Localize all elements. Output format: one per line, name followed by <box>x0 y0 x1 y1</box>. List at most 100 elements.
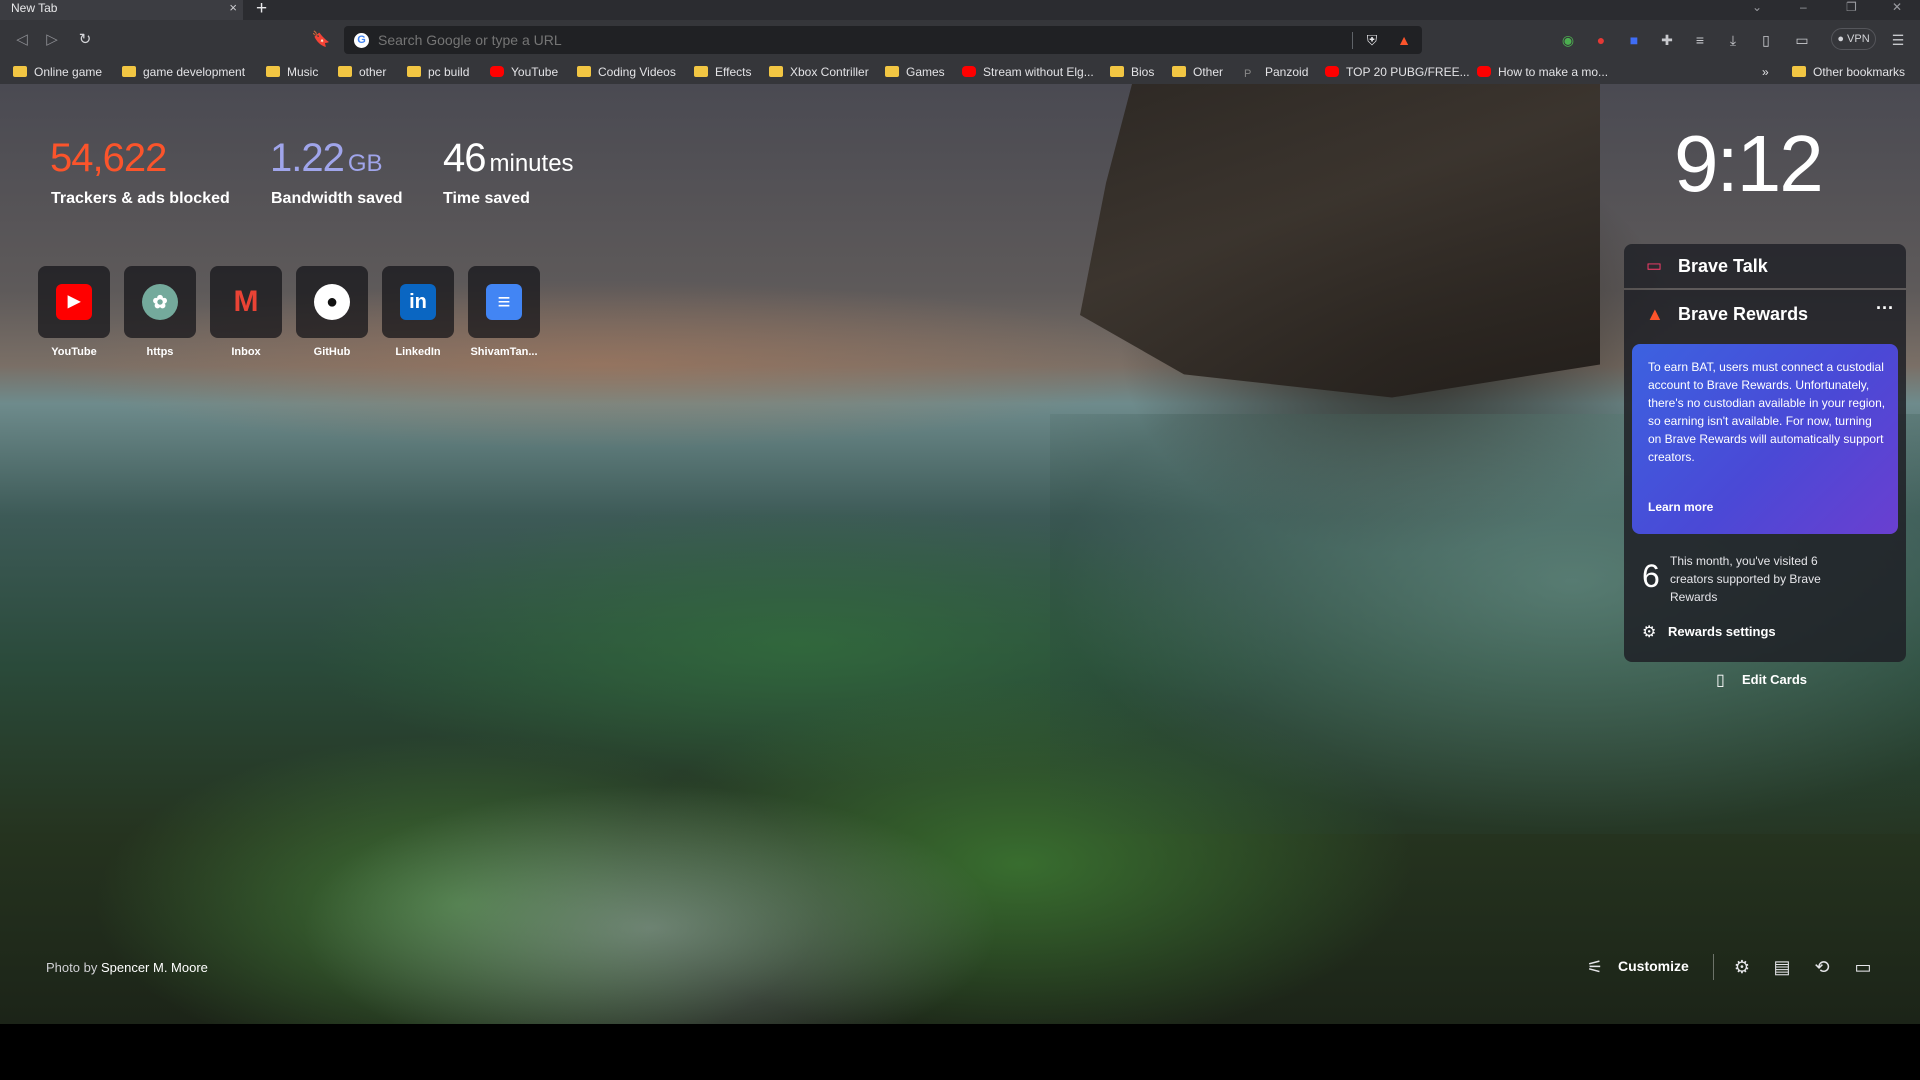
playlist-icon[interactable]: ≡ <box>1690 30 1710 50</box>
edit-cards-icon: ▯ <box>1716 672 1725 689</box>
youtube-icon <box>962 66 976 77</box>
panzoid-icon: P <box>1244 68 1252 80</box>
bookmark-item[interactable]: P Panzoid <box>1244 64 1308 80</box>
brave-talk-title: Brave Talk <box>1678 256 1768 276</box>
folder-icon <box>769 66 783 77</box>
bookmarks-icon[interactable]: ▤ <box>1769 954 1795 980</box>
bookmark-item[interactable]: Music <box>266 64 318 80</box>
footer-divider <box>1713 954 1714 980</box>
photo-author-link[interactable]: Spencer M. Moore <box>101 960 208 975</box>
back-icon[interactable]: ◁ <box>10 28 34 52</box>
bookmark-item[interactable]: Games <box>885 64 945 80</box>
bookmark-item[interactable]: Other <box>1172 64 1223 80</box>
new-tab-button[interactable]: + <box>256 0 267 20</box>
address-bar[interactable]: G ⛨ ▲ <box>344 26 1422 54</box>
top-site-tile[interactable]: ● <box>296 266 368 338</box>
top-site-github[interactable]: ● GitHub <box>296 266 368 358</box>
bookmark-item[interactable]: Stream without Elg... <box>962 64 1094 80</box>
bookmark-item[interactable]: other <box>338 64 386 80</box>
gear-icon: ⚙ <box>1642 624 1657 641</box>
sidebar-icon[interactable]: ▯ <box>1756 30 1776 50</box>
visited-creators-text: This month, you've visited 6 creators su… <box>1670 554 1821 604</box>
trackers-blocked-value: 54,622 <box>50 136 167 180</box>
bookmark-item[interactable]: TOP 20 PUBG/FREE... <box>1325 64 1470 80</box>
bookmark-item[interactable]: pc build <box>407 64 469 80</box>
brave-talk-card[interactable]: ▭ Brave Talk <box>1624 244 1906 288</box>
folder-icon <box>1792 66 1806 77</box>
customize-icon[interactable]: ⚟ <box>1582 954 1608 980</box>
minimize-icon[interactable]: – <box>1800 0 1807 14</box>
time-saved-label: Time saved <box>443 190 530 207</box>
rewards-info-box: To earn BAT, users must connect a custod… <box>1632 344 1898 534</box>
top-site-gmail[interactable]: M Inbox <box>210 266 282 358</box>
top-site-tile[interactable]: in <box>382 266 454 338</box>
forward-icon[interactable]: ▷ <box>40 28 64 52</box>
customize-button[interactable]: Customize <box>1618 958 1689 974</box>
top-site-label: ShivamTan... <box>470 346 538 358</box>
restore-icon[interactable]: ❐ <box>1846 0 1857 14</box>
chrome-extension-icon[interactable]: ◉ <box>1558 30 1578 50</box>
folder-icon <box>577 66 591 77</box>
close-tab-icon[interactable]: × <box>229 0 237 16</box>
bookmark-item[interactable]: YouTube <box>490 64 558 80</box>
top-site-tile[interactable]: ✿ <box>124 266 196 338</box>
linkedin-icon: in <box>400 284 436 320</box>
folder-icon <box>694 66 708 77</box>
clock: 9:12 <box>1674 119 1824 208</box>
bookmark-extension-icon[interactable]: ■ <box>1624 30 1644 50</box>
brave-shields-icon[interactable]: ⛨ <box>1362 30 1382 50</box>
title-bar: New Tab × + ⌄ – ❐ ✕ <box>0 0 1920 20</box>
top-site-label: Inbox <box>231 346 261 358</box>
bookmark-item[interactable]: game development <box>122 64 245 80</box>
bookmark-item[interactable]: How to make a mo... <box>1477 64 1608 80</box>
folder-icon <box>338 66 352 77</box>
brave-rewards-card: ▲ Brave Rewards ··· To earn BAT, users m… <box>1624 290 1906 662</box>
chevron-down-icon[interactable]: ⌄ <box>1752 0 1762 14</box>
bookmark-item[interactable]: Bios <box>1110 64 1154 80</box>
reload-icon[interactable]: ↻ <box>73 28 97 52</box>
docs-icon: ≡ <box>486 284 522 320</box>
bookmark-icon[interactable]: 🔖 <box>309 28 333 52</box>
top-site-label: YouTube <box>51 346 97 358</box>
bookmark-item[interactable]: Coding Videos <box>577 64 676 80</box>
gmail-icon: M <box>233 285 259 318</box>
other-bookmarks[interactable]: Other bookmarks <box>1792 64 1905 80</box>
vpn-button[interactable]: ● VPN <box>1831 28 1876 50</box>
top-site-docs[interactable]: ≡ ShivamTan... <box>468 266 540 358</box>
tab-new-tab[interactable]: New Tab × <box>0 0 243 20</box>
rewards-settings-link[interactable]: Rewards settings <box>1668 624 1776 639</box>
brave-rewards-icon[interactable]: ▲ <box>1394 30 1414 50</box>
bookmark-item[interactable]: Xbox Contriller <box>769 64 869 80</box>
brave-rewards-icon: ▲ <box>1646 304 1664 324</box>
top-site-tile[interactable]: ≡ <box>468 266 540 338</box>
brave-talk-video-icon[interactable]: ▭ <box>1850 954 1876 980</box>
folder-icon <box>407 66 421 77</box>
youtube-icon <box>490 66 504 77</box>
youtube-icon <box>1325 66 1339 77</box>
edit-cards-button[interactable]: Edit Cards <box>1742 672 1807 687</box>
bookmarks-overflow-button[interactable]: » <box>1762 64 1769 80</box>
more-options-icon[interactable]: ··· <box>1876 298 1894 319</box>
bookmark-item[interactable]: Effects <box>694 64 751 80</box>
history-icon[interactable]: ⟲ <box>1809 954 1835 980</box>
bookmark-item[interactable]: Online game <box>13 64 102 80</box>
settings-icon[interactable]: ⚙ <box>1729 954 1755 980</box>
menu-icon[interactable]: ☰ <box>1888 30 1908 50</box>
top-site-chatgpt[interactable]: ✿ https <box>124 266 196 358</box>
top-site-youtube[interactable]: ▶ YouTube <box>38 266 110 358</box>
download-icon[interactable]: ⤓ <box>1723 30 1743 50</box>
rewards-info-text: To earn BAT, users must connect a custod… <box>1648 360 1886 464</box>
bandwidth-saved-value: 1.22 GB <box>270 136 383 180</box>
close-window-icon[interactable]: ✕ <box>1892 0 1902 14</box>
google-icon: G <box>354 33 369 48</box>
background-pool <box>300 784 1000 1024</box>
learn-more-link[interactable]: Learn more <box>1648 500 1713 514</box>
top-site-tile[interactable]: M <box>210 266 282 338</box>
extensions-icon[interactable]: ✚ <box>1657 30 1677 50</box>
adblock-extension-icon[interactable]: ● <box>1591 30 1611 50</box>
chatgpt-icon: ✿ <box>142 284 178 320</box>
top-site-tile[interactable]: ▶ <box>38 266 110 338</box>
wallet-icon[interactable]: ▭ <box>1792 30 1812 50</box>
top-site-linkedin[interactable]: in LinkedIn <box>382 266 454 358</box>
address-input[interactable] <box>378 32 1278 48</box>
